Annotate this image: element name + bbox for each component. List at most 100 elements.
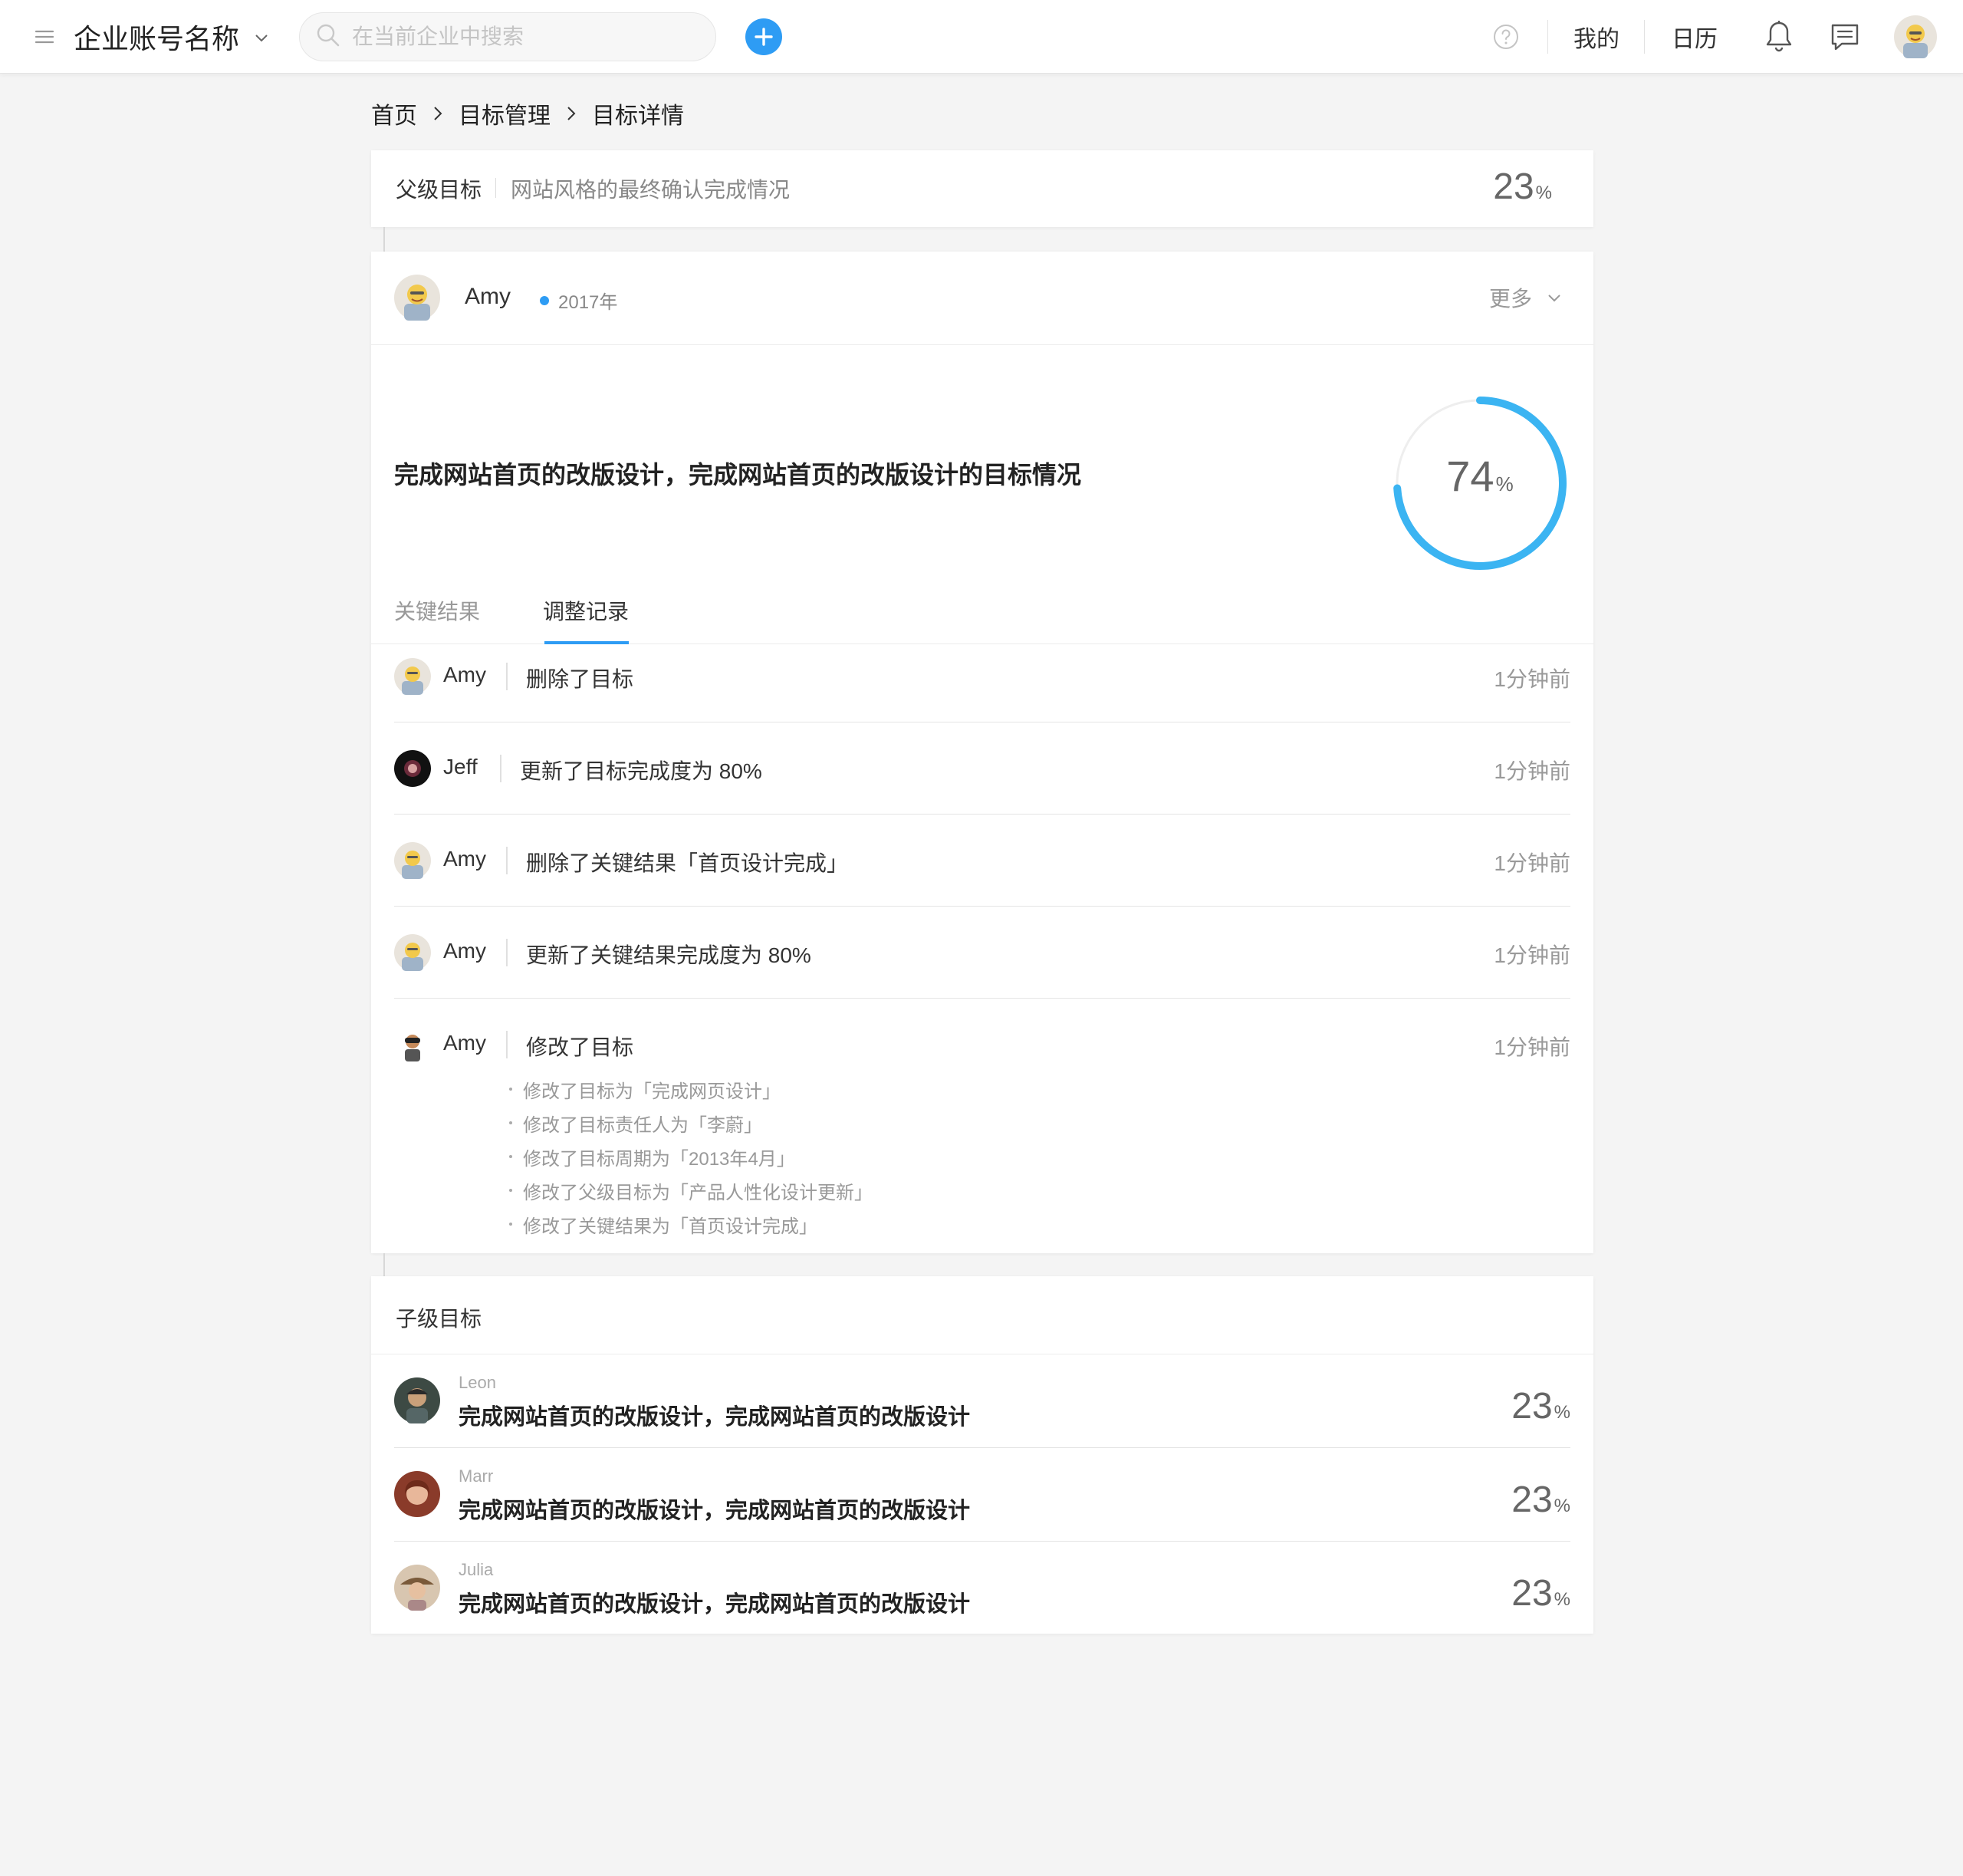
avatar: [394, 1026, 431, 1063]
log-detail-text: 修改了父级目标为「产品人性化设计更新」: [523, 1182, 873, 1203]
child-goal-title: 完成网站首页的改版设计，完成网站首页的改版设计: [459, 1405, 971, 1430]
log-detail-text: 修改了目标责任人为「李蔚」: [523, 1114, 762, 1136]
child-goals-label: 子级目标: [396, 1307, 482, 1331]
log-user[interactable]: Amy: [443, 939, 486, 963]
progress-value: 23: [1493, 166, 1534, 207]
avatar: [394, 934, 431, 971]
divider: [506, 663, 508, 690]
divider: [506, 939, 508, 966]
log-user[interactable]: Amy: [443, 663, 486, 687]
avatar: [394, 658, 431, 695]
child-goal-owner: Leon: [459, 1373, 496, 1392]
log-detail-text: 修改了目标为「完成网页设计」: [523, 1081, 781, 1102]
goal-period-text: 2017年: [558, 292, 618, 313]
log-detail: 修改了目标为「完成网页设计」: [509, 1072, 873, 1106]
list-item: Amy 更新了关键结果完成度为 80% 1分钟前: [394, 907, 1570, 999]
divider: [500, 755, 501, 782]
child-goals-card: 子级目标 Leon 完成网站首页的改版设计，完成网站首页的改版设计 23 % M…: [371, 1276, 1593, 1634]
company-switcher[interactable]: 企业账号名称: [74, 17, 270, 57]
parent-goal-card[interactable]: 父级目标 网站风格的最终确认完成情况 23 %: [371, 150, 1593, 227]
list-item: Amy 删除了目标 1分钟前: [394, 630, 1570, 722]
bullet: [509, 1088, 512, 1091]
progress-value: 74: [1446, 452, 1494, 500]
breadcrumb-goal-management[interactable]: 目标管理: [459, 97, 551, 130]
divider: [1644, 20, 1645, 54]
goal-owner-name[interactable]: Amy: [465, 284, 511, 310]
log-time: 1分钟前: [1494, 667, 1570, 691]
connector-line: [383, 227, 385, 252]
divider: [506, 847, 508, 874]
avatar: [394, 1565, 440, 1611]
log-time: 1分钟前: [1494, 759, 1570, 783]
log-user[interactable]: Amy: [443, 1031, 486, 1055]
progress-unit: %: [1554, 1402, 1570, 1423]
status-dot: [540, 295, 549, 305]
avatar: [394, 1377, 440, 1423]
avatar: [394, 275, 440, 321]
avatar[interactable]: [1894, 15, 1937, 58]
company-name: 企业账号名称: [74, 23, 240, 54]
progress-unit: %: [1554, 1496, 1570, 1516]
top-bar: 企业账号名称 我的 日历: [0, 0, 1963, 74]
child-goal-item[interactable]: Marr 完成网站首页的改版设计，完成网站首页的改版设计 23 %: [394, 1448, 1570, 1542]
log-time: 1分钟前: [1494, 1035, 1570, 1059]
add-button[interactable]: [745, 18, 782, 55]
divider: [1547, 20, 1548, 54]
progress-ring: 74 %: [1388, 391, 1572, 575]
bullet: [509, 1223, 512, 1226]
log-action: 更新了关键结果完成度为 80%: [526, 943, 811, 967]
parent-goal-label: 父级目标: [396, 178, 482, 202]
plus-icon: [755, 28, 773, 46]
avatar: [394, 1471, 440, 1517]
log-action: 修改了目标: [526, 1035, 634, 1059]
goal-progress: 74 %: [1388, 451, 1572, 501]
bell-icon[interactable]: [1764, 20, 1794, 54]
log-detail: 修改了目标周期为「2013年4月」: [509, 1140, 873, 1173]
menu-icon[interactable]: [34, 26, 55, 48]
progress-value: 23: [1511, 1573, 1553, 1614]
log-detail: 修改了目标责任人为「李蔚」: [509, 1106, 873, 1140]
connector-line: [383, 1253, 385, 1276]
avatar: [394, 750, 431, 787]
nav-mine[interactable]: 我的: [1573, 18, 1619, 55]
more-dropdown[interactable]: 更多: [1489, 282, 1563, 313]
log-detail: 修改了父级目标为「产品人性化设计更新」: [509, 1173, 873, 1207]
search-input[interactable]: [352, 25, 689, 49]
child-goal-item[interactable]: Leon 完成网站首页的改版设计，完成网站首页的改版设计 23 %: [394, 1354, 1570, 1448]
chevron-right-icon: [434, 107, 442, 120]
tab-adjustment-log[interactable]: 调整记录: [543, 595, 629, 626]
adjustment-log-list: Amy 删除了目标 1分钟前 Jeff 更新了目标完成度为 80% 1分钟前 A…: [394, 630, 1570, 1259]
message-icon[interactable]: [1830, 21, 1860, 52]
goal-owner-row: Amy 2017年 更多: [371, 252, 1593, 345]
log-user[interactable]: Jeff: [443, 755, 478, 779]
divider: [506, 1031, 508, 1058]
chevron-down-icon: [1548, 295, 1560, 302]
goal-period: 2017年: [540, 287, 617, 314]
child-goal-item[interactable]: Julia 完成网站首页的改版设计，完成网站首页的改版设计 23 %: [394, 1542, 1570, 1635]
log-detail-text: 修改了关键结果为「首页设计完成」: [523, 1216, 817, 1237]
child-goal-progress: 23 %: [1511, 1572, 1570, 1614]
breadcrumb: 首页 目标管理 目标详情: [371, 95, 684, 132]
log-time: 1分钟前: [1494, 851, 1570, 875]
log-detail-text: 修改了目标周期为「2013年4月」: [523, 1148, 795, 1170]
search-icon: [315, 22, 341, 52]
breadcrumb-goal-detail: 目标详情: [592, 104, 684, 129]
progress-unit: %: [1495, 472, 1514, 495]
nav-calendar[interactable]: 日历: [1672, 18, 1718, 55]
log-user[interactable]: Amy: [443, 847, 486, 871]
list-item: Jeff 更新了目标完成度为 80% 1分钟前: [394, 722, 1570, 815]
list-item: Amy 删除了关键结果「首页设计完成」 1分钟前: [394, 815, 1570, 907]
breadcrumb-home[interactable]: 首页: [371, 97, 417, 130]
parent-goal-progress: 23 %: [1493, 166, 1552, 208]
more-label: 更多: [1488, 287, 1532, 311]
child-goal-list: Leon 完成网站首页的改版设计，完成网站首页的改版设计 23 % Marr 完…: [394, 1354, 1570, 1635]
log-time: 1分钟前: [1494, 943, 1570, 967]
parent-goal-title: 网站风格的最终确认完成情况: [511, 178, 791, 202]
list-item: Amy 修改了目标 1分钟前 修改了目标为「完成网页设计」 修改了目标责任人为「…: [394, 999, 1570, 1259]
chevron-right-icon: [567, 107, 576, 120]
tab-key-results[interactable]: 关键结果: [394, 595, 480, 626]
help-icon[interactable]: [1492, 23, 1520, 51]
divider: [495, 178, 496, 198]
child-goal-owner: Julia: [459, 1560, 494, 1579]
search-box[interactable]: [299, 12, 716, 61]
